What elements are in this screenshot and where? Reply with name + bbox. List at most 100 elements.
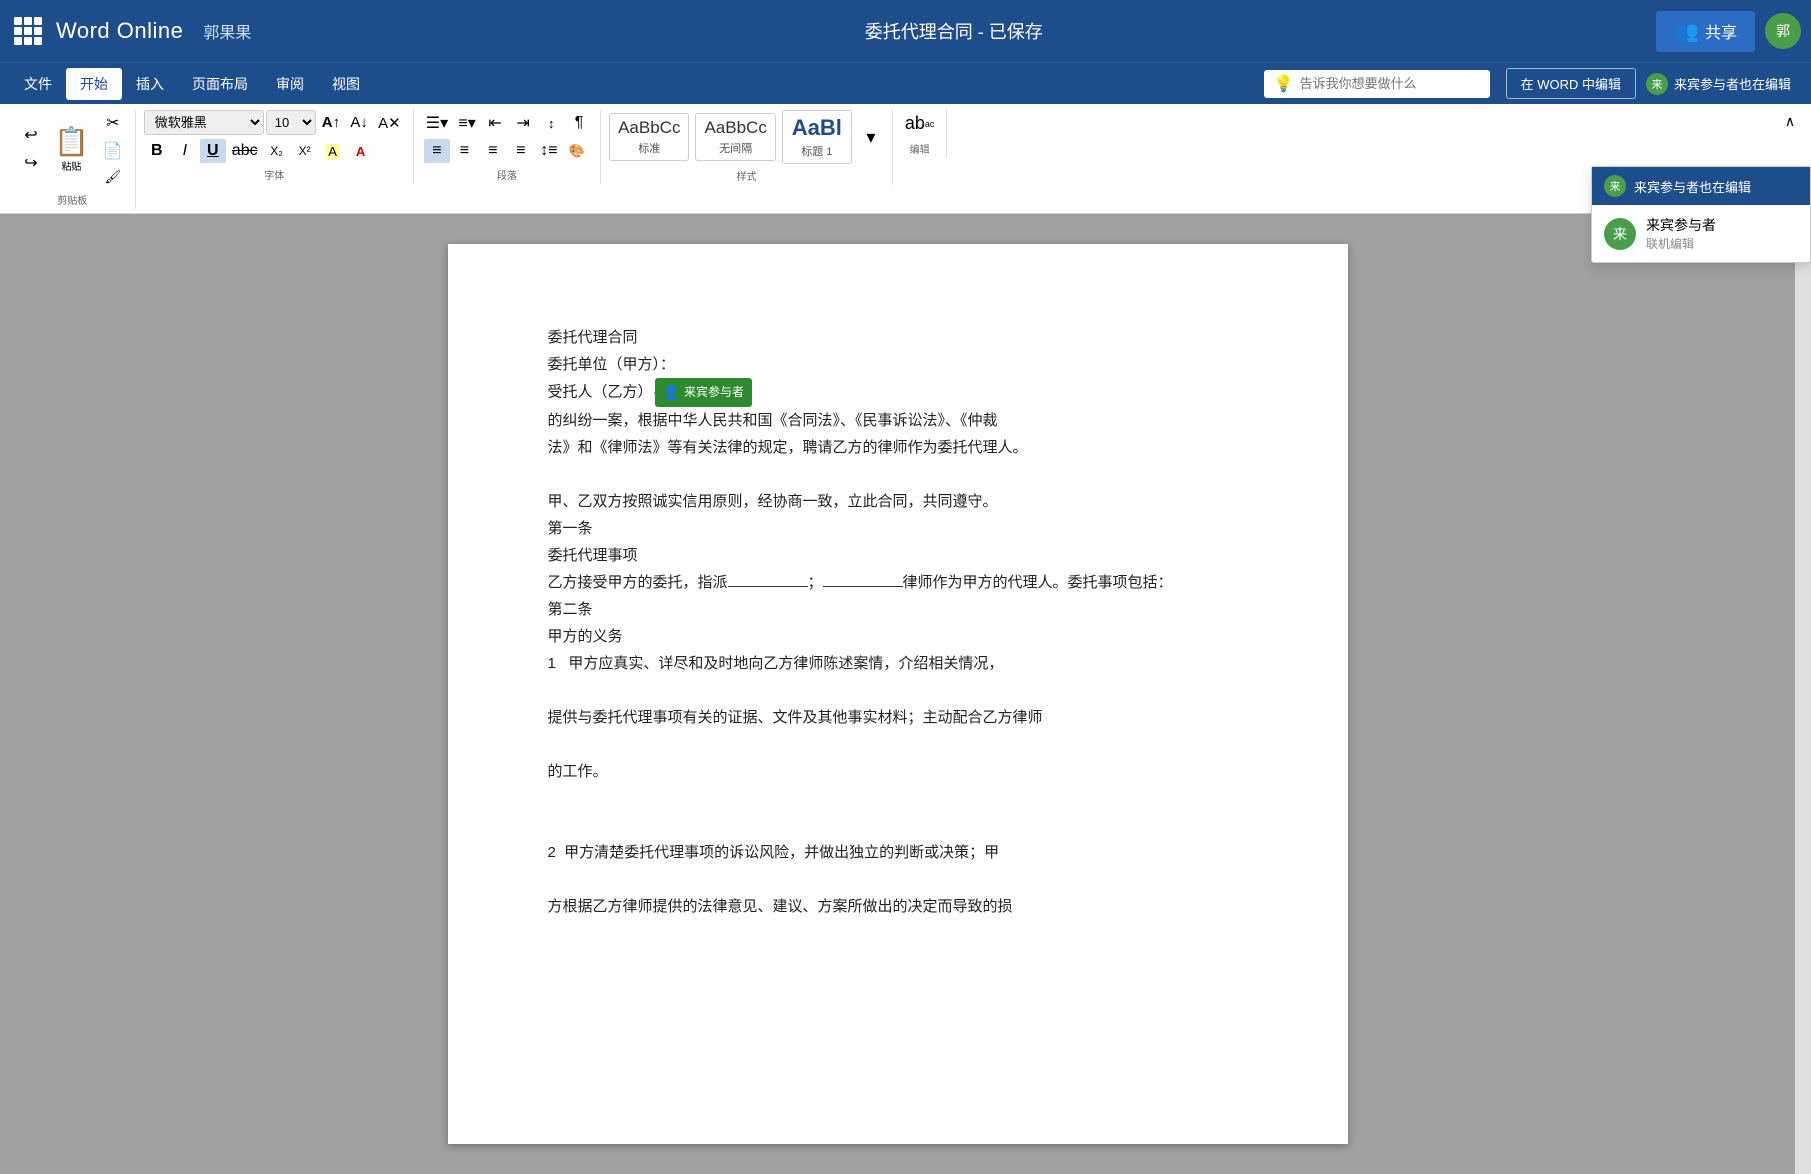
guest-item[interactable]: 来 来宾参与者 联机编辑 <box>1592 205 1810 262</box>
blank-lawyer2 <box>823 586 903 587</box>
doc-line-duty1: 1 甲方应真实、详尽和及时地向乙方律师陈述案情，介绍相关情况， <box>548 650 1248 677</box>
guest-cursor-tag: 👤来宾参与者 <box>655 378 752 407</box>
copy-button[interactable]: 📄 <box>99 138 127 164</box>
justify-button[interactable]: ≡ <box>508 139 534 163</box>
paste-button[interactable]: 📋 粘贴 <box>48 121 95 177</box>
guest-item-avatar: 来 <box>1604 218 1636 250</box>
bold-button[interactable]: B <box>144 139 170 163</box>
title-bar: Word Online 郭果果 委托代理合同 - 已保存 👥 共享 郭 <box>0 0 1811 62</box>
menu-file[interactable]: 文件 <box>10 68 66 100</box>
menu-home[interactable]: 开始 <box>66 68 122 100</box>
style-heading1-label: 标题 1 <box>801 143 832 159</box>
doc-line-provide: 提供与委托代理事项有关的证据、文件及其他事实材料；主动配合乙方律师 <box>548 704 1248 731</box>
doc-line-dispute: 的纠纷一案，根据中华人民共和国《合同法》、《民事诉讼法》、《仲裁 <box>548 407 1248 434</box>
guest-dropdown-header: 来 来宾参与者也在编辑 <box>1592 167 1810 205</box>
doc-line-duty2: 2 甲方清楚委托代理事项的诉讼风险，并做出独立的判断或决策；甲 <box>548 839 1248 866</box>
format-painter-button[interactable]: 🖌 <box>99 166 127 188</box>
doc-line-appoint: 乙方接受甲方的委托，指派；律师作为甲方的代理人。委托事项包括： <box>548 569 1248 596</box>
paste-label: 粘贴 <box>61 158 81 173</box>
doc-line-principle: 甲、乙双方按照诚实信用原则，经协商一致，立此合同，共同遵守。 <box>548 488 1248 515</box>
undo-button[interactable]: ↩ <box>18 122 44 148</box>
lightbulb-icon: 💡 <box>1274 74 1294 94</box>
share-button[interactable]: 👥 共享 <box>1656 11 1755 52</box>
shading-button[interactable]: 🎨 <box>564 140 590 162</box>
doc-line-work: 的工作。 <box>548 758 1248 785</box>
menu-review[interactable]: 审阅 <box>262 68 318 100</box>
user-avatar[interactable]: 郭 <box>1765 13 1801 49</box>
menu-insert[interactable]: 插入 <box>122 68 178 100</box>
strikethrough-button[interactable]: abc <box>228 139 262 163</box>
doc-line-decision: 方根据乙方律师提供的法律意见、建议、方案所做出的决定而导致的损 <box>548 893 1248 920</box>
replace-button[interactable]: abac <box>901 110 939 137</box>
doc-line-empty3 <box>548 731 1248 758</box>
numbered-list-button[interactable]: ≡▾ <box>454 110 480 136</box>
guest-dropdown: 来 来宾参与者也在编辑 来 来宾参与者 联机编辑 <box>1591 166 1811 263</box>
decrease-indent-button[interactable]: ⇤ <box>482 110 508 136</box>
doc-line-matter-title: 委托代理事项 <box>548 542 1248 569</box>
underline-button[interactable]: U <box>200 139 226 163</box>
ribbon-group-font: 微软雅黑 10 A↑ A↓ A✕ B I U abc X₂ X² A <box>136 110 414 184</box>
show-marks-button[interactable]: ¶ <box>566 111 592 135</box>
font-name-select[interactable]: 微软雅黑 <box>144 110 264 135</box>
increase-indent-button[interactable]: ⇥ <box>510 110 536 136</box>
doc-area[interactable]: 委托代理合同 委托单位（甲方）： 受托人（乙方）👤来宾参与者 的纠纷一案，根据中… <box>0 214 1795 1174</box>
style-no-gap-label: 无间隔 <box>719 140 752 156</box>
guest-editor-label: 来宾参与者也在编辑 <box>1674 74 1791 93</box>
collapse-ribbon-button[interactable]: ∧ <box>1777 110 1803 133</box>
doc-line-partyB: 受托人（乙方）👤来宾参与者 <box>548 378 1248 407</box>
font-size-select[interactable]: 10 <box>266 110 316 135</box>
ribbon-group-editing: abac 编辑 <box>893 110 948 158</box>
style-no-gap-preview: AaBbCc <box>704 118 766 138</box>
app-name: Word Online <box>56 18 183 44</box>
superscript-button[interactable]: X² <box>292 140 318 162</box>
font-color-button[interactable]: A <box>348 140 374 162</box>
style-no-gap[interactable]: AaBbCc 无间隔 <box>695 113 775 161</box>
align-right-button[interactable]: ≡ <box>480 139 506 163</box>
italic-button[interactable]: I <box>172 139 198 163</box>
align-center-button[interactable]: ≡ <box>452 139 478 163</box>
user-name: 郭果果 <box>203 19 251 43</box>
cut-button[interactable]: ✂ <box>99 110 127 136</box>
menu-page-layout[interactable]: 页面布局 <box>178 68 262 100</box>
tell-me-box[interactable]: 💡 <box>1264 70 1490 98</box>
style-standard[interactable]: AaBbCc 标准 <box>609 113 689 161</box>
styles-expand-button[interactable]: ▾ <box>858 124 884 151</box>
guest-name: 来宾参与者 <box>1646 215 1716 235</box>
doc-line-empty2 <box>548 677 1248 704</box>
align-left-button[interactable]: ≡ <box>424 139 450 163</box>
highlight-button[interactable]: A <box>320 140 346 162</box>
ribbon: ↩ ↪ 📋 粘贴 ✂ 📄 🖌 剪贴板 微软雅黑 <box>0 104 1811 214</box>
menu-bar: 文件 开始 插入 页面布局 审阅 视图 💡 在 WORD 中编辑 来 来宾参与者… <box>0 62 1811 104</box>
paragraph-group-label: 段落 <box>497 163 517 184</box>
doc-line-empty1 <box>548 461 1248 488</box>
tell-me-input[interactable] <box>1300 76 1480 91</box>
bullet-list-button[interactable]: ☰▾ <box>422 110 452 136</box>
clear-format-button[interactable]: A✕ <box>374 111 405 135</box>
guest-cursor-label: 来宾参与者 <box>684 382 744 404</box>
doc-line-title: 委托代理合同 <box>548 324 1248 351</box>
redo-button[interactable]: ↪ <box>18 150 44 176</box>
guest-avatar-small: 来 <box>1646 73 1668 95</box>
doc-content[interactable]: 委托代理合同 委托单位（甲方）： 受托人（乙方）👤来宾参与者 的纠纷一案，根据中… <box>548 324 1248 920</box>
increase-font-button[interactable]: A↑ <box>318 111 344 134</box>
guest-header-avatar: 来 <box>1604 175 1626 197</box>
doc-title: 委托代理合同 - 已保存 <box>251 18 1656 44</box>
doc-line-law: 法》和《律师法》等有关法律的规定，聘请乙方的律师作为委托代理人。 <box>548 434 1248 461</box>
ribbon-group-paragraph: ☰▾ ≡▾ ⇤ ⇥ ↕ ¶ ≡ ≡ ≡ ≡ ↕≡ 🎨 段落 <box>414 110 601 184</box>
style-standard-preview: AaBbCc <box>618 118 680 138</box>
doc-page: 委托代理合同 委托单位（甲方）： 受托人（乙方）👤来宾参与者 的纠纷一案，根据中… <box>448 244 1348 1144</box>
guest-editor-button[interactable]: 来 来宾参与者也在编辑 <box>1636 69 1801 99</box>
decrease-font-button[interactable]: A↓ <box>346 111 372 134</box>
style-heading1[interactable]: AaBl 标题 1 <box>782 110 852 164</box>
subscript-button[interactable]: X₂ <box>264 140 290 162</box>
edit-in-word-button[interactable]: 在 WORD 中编辑 <box>1506 68 1636 99</box>
line-spacing-button[interactable]: ↕≡ <box>536 139 562 163</box>
paste-icon: 📋 <box>54 125 89 158</box>
waffle-menu-button[interactable] <box>10 13 46 49</box>
vertical-scrollbar[interactable] <box>1795 214 1811 1174</box>
guest-info: 来宾参与者 联机编辑 <box>1646 215 1716 252</box>
sort-button[interactable]: ↕ <box>538 112 564 134</box>
menu-view[interactable]: 视图 <box>318 68 374 100</box>
guest-cursor-icon: 👤 <box>663 380 680 405</box>
share-label: 共享 <box>1705 19 1737 43</box>
